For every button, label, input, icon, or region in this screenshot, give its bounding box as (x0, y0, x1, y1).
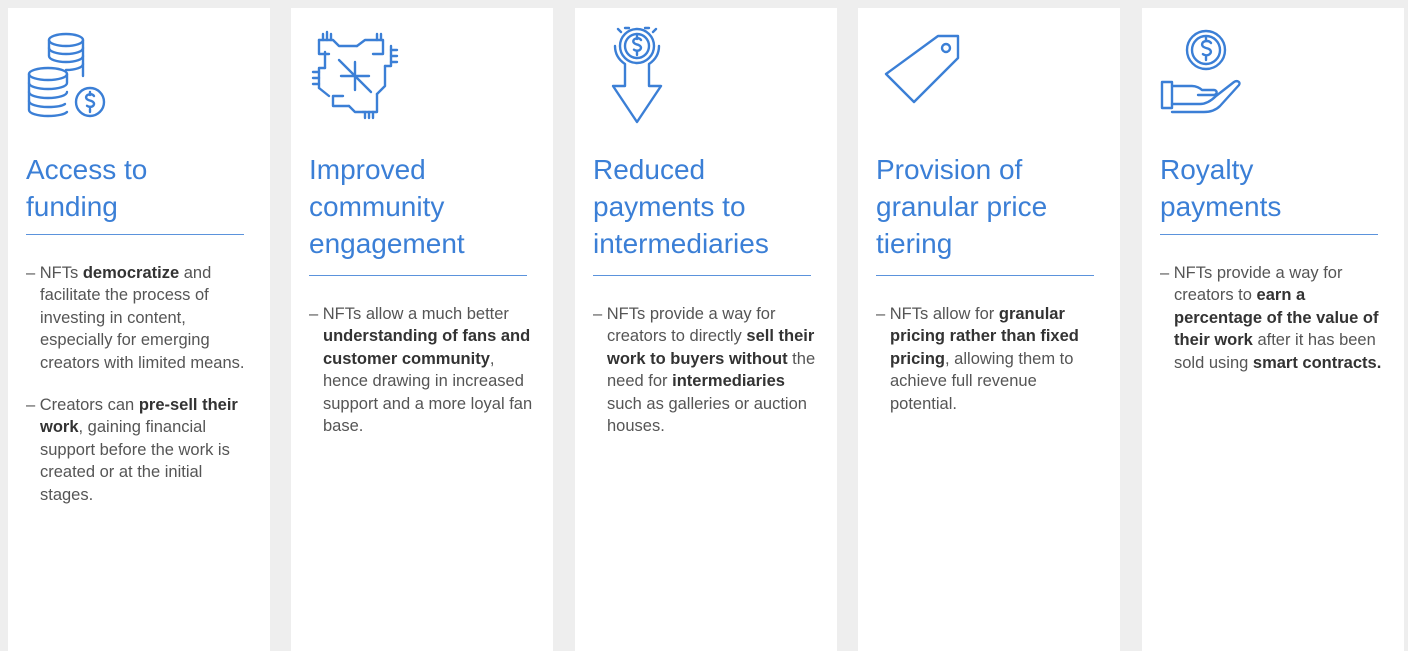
bullet-list: – NFTs allow a much better understanding… (309, 303, 539, 457)
bullet-item: – NFTs allow for granular pricing rather… (876, 303, 1106, 415)
title-divider (876, 275, 1094, 276)
bullet-emphasis: intermediaries (672, 372, 785, 391)
bullet-item: – NFTs democratize and facilitate the pr… (26, 262, 256, 374)
title-divider (593, 275, 811, 276)
bullet-emphasis: smart contracts. (1252, 353, 1382, 372)
bullet-item: – NFTs allow a much better understanding… (309, 303, 539, 437)
bullet-list: – NFTs provide a way for creators to ear… (1160, 262, 1390, 394)
bullet-item: – NFTs provide a way for creators to ear… (1160, 262, 1390, 374)
bullet-text: – Creators can (26, 396, 139, 415)
bullet-text: such as galleries or auction houses. (607, 394, 807, 436)
card-community-engagement: Improved community engagement – NFTs all… (291, 8, 553, 651)
card-title: Improved community engagement (309, 154, 465, 259)
bullet-list: – NFTs allow for granular pricing rather… (876, 303, 1106, 435)
bullet-text: – NFTs (26, 264, 83, 282)
card-price-tiering: Provision of granular price tiering – NF… (858, 8, 1120, 651)
bullet-text: – NFTs provide a way for creators to (1160, 264, 1343, 305)
coins-stack-icon (22, 26, 122, 126)
card-title: Access to funding (26, 154, 148, 222)
joined-hands-icon (305, 26, 405, 126)
card-reduced-payments: Reduced payments to intermediaries – NFT… (575, 8, 837, 651)
bullet-emphasis: understanding of fans and customer commu… (323, 327, 531, 368)
card-title: Royalty payments (1160, 154, 1282, 222)
title-divider (1160, 234, 1378, 235)
price-tag-icon (872, 26, 972, 126)
dollar-down-arrow-icon (589, 26, 689, 126)
bullet-list: – NFTs provide a way for creators to dir… (593, 303, 823, 457)
card-title: Provision of granular price tiering (876, 154, 1048, 259)
bullet-item: – NFTs provide a way for creators to dir… (593, 303, 823, 437)
card-royalty-payments: Royalty payments – NFTs provide a way fo… (1142, 8, 1404, 651)
bullet-list: – NFTs democratize and facilitate the pr… (26, 262, 256, 526)
title-divider (309, 275, 527, 276)
title-divider (26, 234, 244, 235)
card-access-to-funding: Access to funding – NFTs democratize and… (8, 8, 270, 651)
bullet-text: – NFTs allow for (876, 305, 999, 323)
hand-coin-icon (1156, 26, 1256, 126)
bullet-emphasis: democratize (82, 264, 180, 282)
bullet-text: – NFTs allow a much better (309, 305, 509, 323)
bullet-item: – Creators can pre-sell their work, gain… (26, 394, 256, 506)
card-title: Reduced payments to intermediaries (593, 154, 769, 259)
